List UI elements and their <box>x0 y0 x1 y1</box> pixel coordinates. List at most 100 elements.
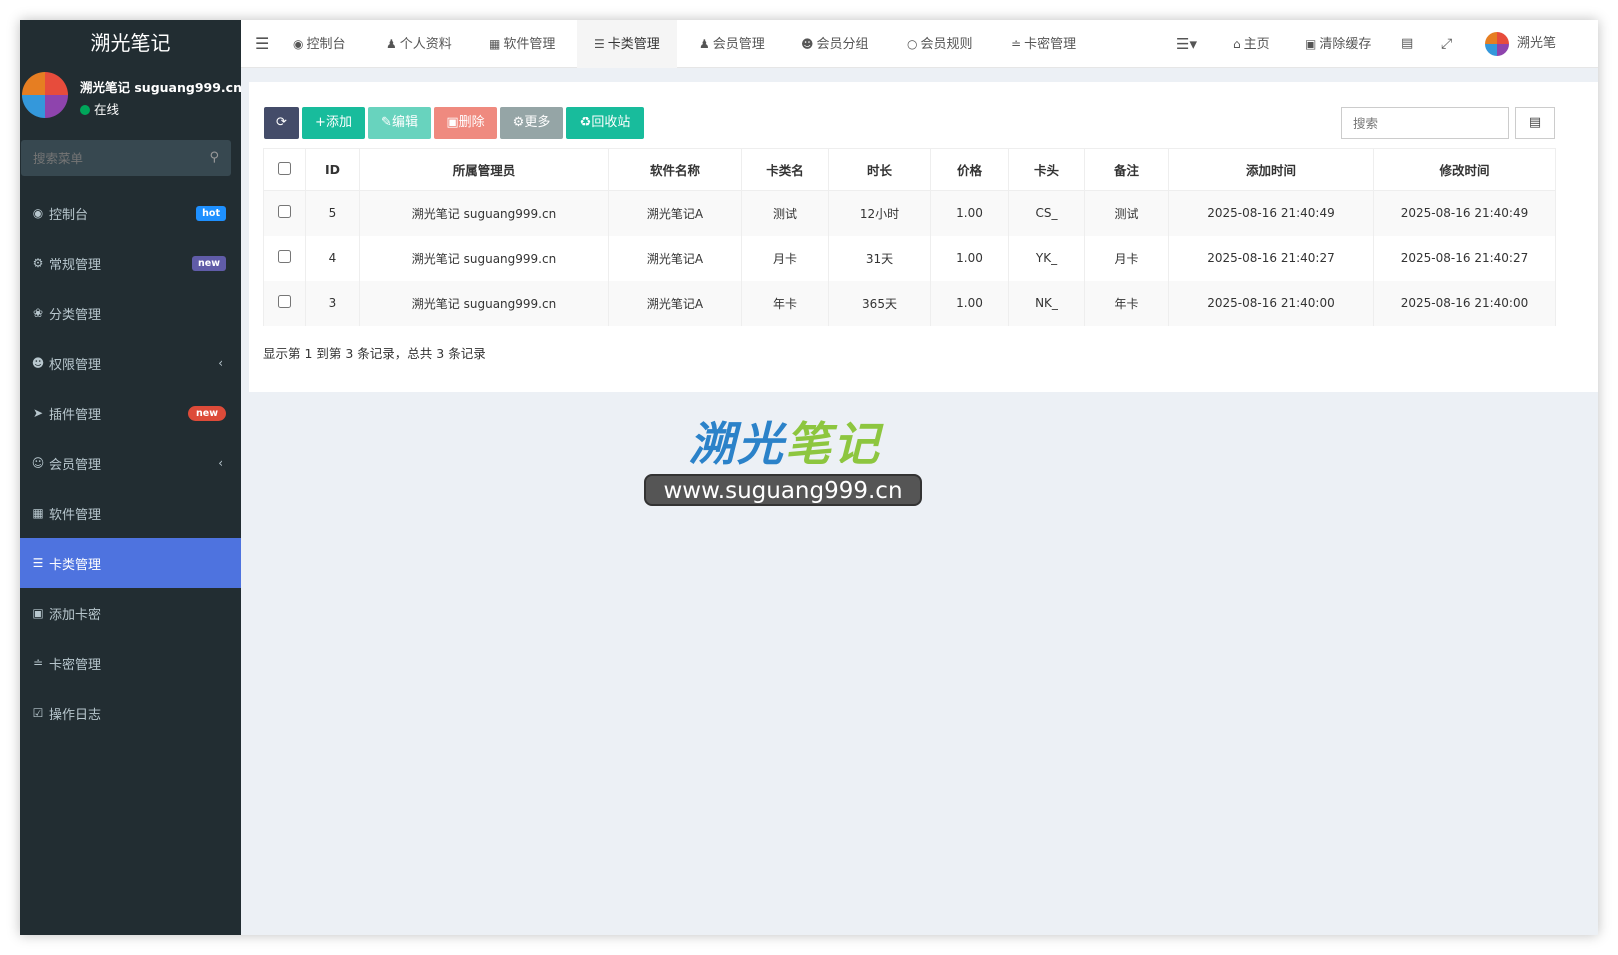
recycle-icon: ♻ <box>579 115 592 130</box>
pencil-icon: ✎ <box>381 115 392 130</box>
refresh-button[interactable]: ⟳ <box>264 107 299 139</box>
column-header[interactable]: 添加时间 <box>1168 148 1374 191</box>
sidebar-item-label: 控制台 <box>49 207 89 223</box>
table-row[interactable]: 4 溯光笔记 suguang999.cn 溯光笔记A 月卡 31天 1.00 Y… <box>263 235 1556 281</box>
column-header[interactable]: ID <box>305 148 360 191</box>
home-link[interactable]: ⌂ 主页 <box>1233 20 1270 68</box>
tab-member-group[interactable]: ☻ 会员分组 <box>801 20 869 68</box>
row-checkbox[interactable] <box>278 295 291 308</box>
tab-profile[interactable]: ♟ 个人资料 <box>386 20 452 68</box>
tab-member-rule[interactable]: ○ 会员规则 <box>907 20 973 68</box>
rss-icon: ≐ <box>1011 37 1022 51</box>
cell-duration: 365天 <box>828 280 931 326</box>
cell-prefix: YK_ <box>1008 235 1085 281</box>
cell-remark: 月卡 <box>1084 235 1169 281</box>
cell-created: 2025-08-16 21:40:27 <box>1168 235 1374 281</box>
column-header[interactable]: 时长 <box>828 148 931 191</box>
tabs-dropdown-icon[interactable]: ☰▾ <box>1176 20 1197 68</box>
rss-icon: ≐ <box>32 656 44 670</box>
row-checkbox[interactable] <box>278 205 291 219</box>
clear-cache-button[interactable]: ▣ 清除缓存 <box>1305 20 1371 68</box>
menu-toggle-icon[interactable]: ☰ <box>255 20 269 68</box>
fullscreen-icon[interactable]: ⤢ <box>1441 20 1452 68</box>
online-dot-icon <box>80 105 90 115</box>
trash-icon: ▣ <box>1305 37 1317 51</box>
add-button[interactable]: +添加 <box>302 107 365 139</box>
chevron-left-icon: ‹ <box>218 456 223 470</box>
column-header[interactable]: 备注 <box>1084 148 1169 191</box>
sidebar-item-software[interactable]: ▦ 软件管理 <box>20 488 241 538</box>
column-header[interactable]: 所属管理员 <box>359 148 609 191</box>
cell-created: 2025-08-16 21:40:49 <box>1168 190 1374 236</box>
rocket-icon: ➤ <box>32 406 44 420</box>
user-name: 溯光笔记 suguang999.cn <box>80 80 242 95</box>
sidebar-item-member[interactable]: ☺ 会员管理 ‹ <box>20 438 241 488</box>
watermark-url: www.suguang999.cn <box>644 474 922 506</box>
user-icon: ♟ <box>699 37 710 51</box>
tab-member[interactable]: ♟ 会员管理 <box>699 20 765 68</box>
table-row[interactable]: 5 溯光笔记 suguang999.cn 溯光笔记A 测试 12小时 1.00 … <box>263 190 1556 236</box>
sidebar-item-card-type[interactable]: ☰ 卡类管理 <box>20 538 241 588</box>
tab-software[interactable]: ▦ 软件管理 <box>489 20 555 68</box>
recycle-bin-button[interactable]: ♻回收站 <box>566 107 644 139</box>
list-icon: ☰ <box>32 556 44 570</box>
select-all-cell <box>263 148 306 191</box>
sidebar-item-general[interactable]: ⚙ 常规管理 new <box>20 238 241 288</box>
header-user-name[interactable]: 溯光笔 <box>1517 20 1556 68</box>
sidebar-item-label: 软件管理 <box>49 507 102 523</box>
sidebar-item-label: 操作日志 <box>49 707 102 723</box>
card-type-table: ID 所属管理员 软件名称 卡类名 时长 价格 卡头 备注 添加时间 修改时间 … <box>263 148 1556 326</box>
more-button[interactable]: ⚙更多 <box>500 107 563 139</box>
circle-o-icon: ○ <box>907 37 918 51</box>
calendar-plus-icon: ▣ <box>32 606 44 620</box>
column-header[interactable]: 卡类名 <box>741 148 829 191</box>
sidebar-item-addon[interactable]: ➤ 插件管理 new <box>20 388 241 438</box>
group-icon: ☻ <box>801 37 814 51</box>
pagination-info: 显示第 1 到第 3 条记录，总共 3 条记录 <box>263 346 486 361</box>
sidebar-item-card-keys[interactable]: ≐ 卡密管理 <box>20 638 241 688</box>
new-badge: new <box>188 405 226 421</box>
cell-id: 5 <box>305 190 360 236</box>
app-window: 溯光笔记 溯光笔记 suguang999.cn 在线 ⚲ ◉控制台hot ⚙常规… <box>20 20 1598 935</box>
delete-button[interactable]: ▣删除 <box>434 107 497 139</box>
sidebar-search-input[interactable] <box>21 140 231 176</box>
tab-dashboard[interactable]: ◉ 控制台 <box>293 20 346 68</box>
columns-toggle-button[interactable]: ▤ <box>1515 107 1555 139</box>
edit-button[interactable]: ✎编辑 <box>368 107 431 139</box>
new-badge: new <box>192 255 226 271</box>
sidebar-item-category[interactable]: ❀ 分类管理 <box>20 288 241 338</box>
column-header[interactable]: 价格 <box>930 148 1009 191</box>
sidebar-search: ⚲ <box>21 140 231 176</box>
sidebar-item-add-card[interactable]: ▣ 添加卡密 <box>20 588 241 638</box>
tab-card-keys[interactable]: ≐ 卡密管理 <box>1011 20 1076 68</box>
cell-name: 年卡 <box>741 280 829 326</box>
row-checkbox[interactable] <box>278 250 291 263</box>
cell-price: 1.00 <box>930 280 1009 326</box>
table-row[interactable]: 3 溯光笔记 suguang999.cn 溯光笔记A 年卡 365天 1.00 … <box>263 280 1556 326</box>
cell-updated: 2025-08-16 21:40:00 <box>1373 280 1556 326</box>
select-all-checkbox[interactable] <box>278 161 291 175</box>
column-header[interactable]: 卡头 <box>1008 148 1085 191</box>
dashboard-icon: ◉ <box>293 37 304 51</box>
user-circle-icon: ☺ <box>31 456 45 470</box>
tab-card-type[interactable]: ☰ 卡类管理 <box>577 20 677 68</box>
header-avatar[interactable] <box>1485 32 1509 56</box>
group-icon: ☻ <box>31 356 45 370</box>
brand-logo[interactable]: 溯光笔记 <box>20 20 241 68</box>
cell-price: 1.00 <box>930 190 1009 236</box>
column-header[interactable]: 软件名称 <box>608 148 742 191</box>
cell-duration: 12小时 <box>828 190 931 236</box>
table-search-input[interactable] <box>1341 107 1509 139</box>
cell-name: 月卡 <box>741 235 829 281</box>
search-icon[interactable]: ⚲ <box>209 150 219 165</box>
sidebar-menu: ◉ 控制台 hot ⚙ 常规管理 new ❀ 分类管理 ☻ 权限管理 ‹ ➤ 插件管理 new ☺… <box>20 188 241 738</box>
language-icon[interactable]: ▤ <box>1401 20 1413 68</box>
sidebar-item-label: 权限管理 <box>49 357 102 373</box>
column-header[interactable]: 修改时间 <box>1373 148 1556 191</box>
sidebar-item-log[interactable]: ☑ 操作日志 <box>20 688 241 738</box>
refresh-icon: ⟳ <box>276 115 287 130</box>
sidebar-item-dashboard[interactable]: ◉ 控制台 hot <box>20 188 241 238</box>
sidebar-item-auth[interactable]: ☻ 权限管理 ‹ <box>20 338 241 388</box>
sidebar-item-label: 卡类管理 <box>49 557 102 573</box>
cogs-icon: ⚙ <box>32 256 44 270</box>
